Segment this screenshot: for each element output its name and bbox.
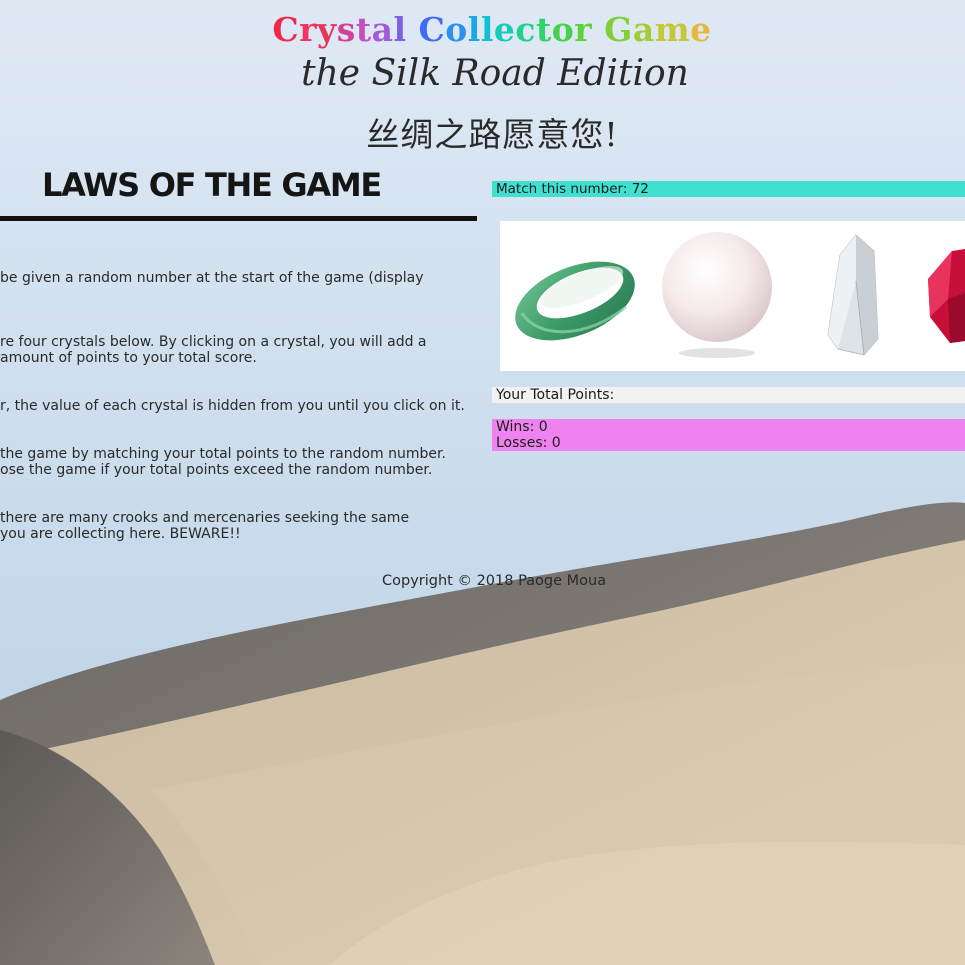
rule-line: you are collecting here. BEWARE!!	[0, 526, 241, 542]
rule-line: be given a random number at the start of…	[0, 270, 424, 286]
rule-line: re four crystals below. By clicking on a…	[0, 334, 427, 350]
losses-count: Losses: 0	[496, 435, 561, 451]
title-letter: y	[317, 10, 337, 49]
title-letter: C	[418, 10, 446, 49]
title-letter: c	[515, 10, 536, 49]
copyright-footer: Copyright © 2018 Paoge Moua	[382, 573, 607, 589]
rule-line: ose the game if your total points exceed…	[0, 462, 433, 478]
score-panel: Wins: 0 Losses: 0	[492, 419, 965, 451]
ruby-crystal[interactable]	[922, 221, 965, 371]
title-letter: a	[632, 10, 655, 49]
title-letter: a	[371, 10, 394, 49]
title-letter: o	[445, 10, 468, 49]
title-letter: l	[467, 10, 481, 49]
rule-line: there are many crooks and mercenaries se…	[0, 510, 410, 526]
crystals-container	[500, 221, 965, 371]
laws-divider	[0, 216, 477, 221]
title-letter: e	[690, 10, 712, 49]
laws-heading: LAWS OF THE GAME	[42, 166, 382, 204]
title-letter: t	[535, 10, 552, 49]
jade-ring-crystal[interactable]	[508, 221, 643, 371]
title-letter: s	[336, 10, 356, 49]
rule-line: r, the value of each crystal is hidden f…	[0, 398, 465, 414]
title-letter: r	[299, 10, 318, 49]
title-letter: C	[272, 10, 300, 49]
game-title: Crystal Collector Game	[0, 10, 965, 49]
title-letter: l	[393, 10, 407, 49]
total-points-bar: Your Total Points:	[492, 387, 965, 403]
game-subtitle: the Silk Road Edition	[301, 53, 689, 94]
quartz-crystal[interactable]	[818, 221, 890, 371]
chinese-tagline: 丝绸之路愿意您!	[366, 115, 619, 154]
title-letter: G	[604, 10, 633, 49]
title-letter: o	[551, 10, 575, 49]
rule-line: amount of points to your total score.	[0, 350, 257, 366]
title-letter: r	[574, 10, 593, 49]
title-letter: e	[493, 10, 516, 49]
rule-line: the game by matching your total points t…	[0, 446, 446, 462]
target-number-bar: Match this number: 72	[492, 181, 965, 197]
title-letter: l	[480, 10, 494, 49]
wins-count: Wins: 0	[496, 419, 548, 435]
title-letter: m	[654, 10, 691, 49]
title-letter: t	[355, 10, 372, 49]
pearl-crystal[interactable]	[660, 221, 775, 371]
